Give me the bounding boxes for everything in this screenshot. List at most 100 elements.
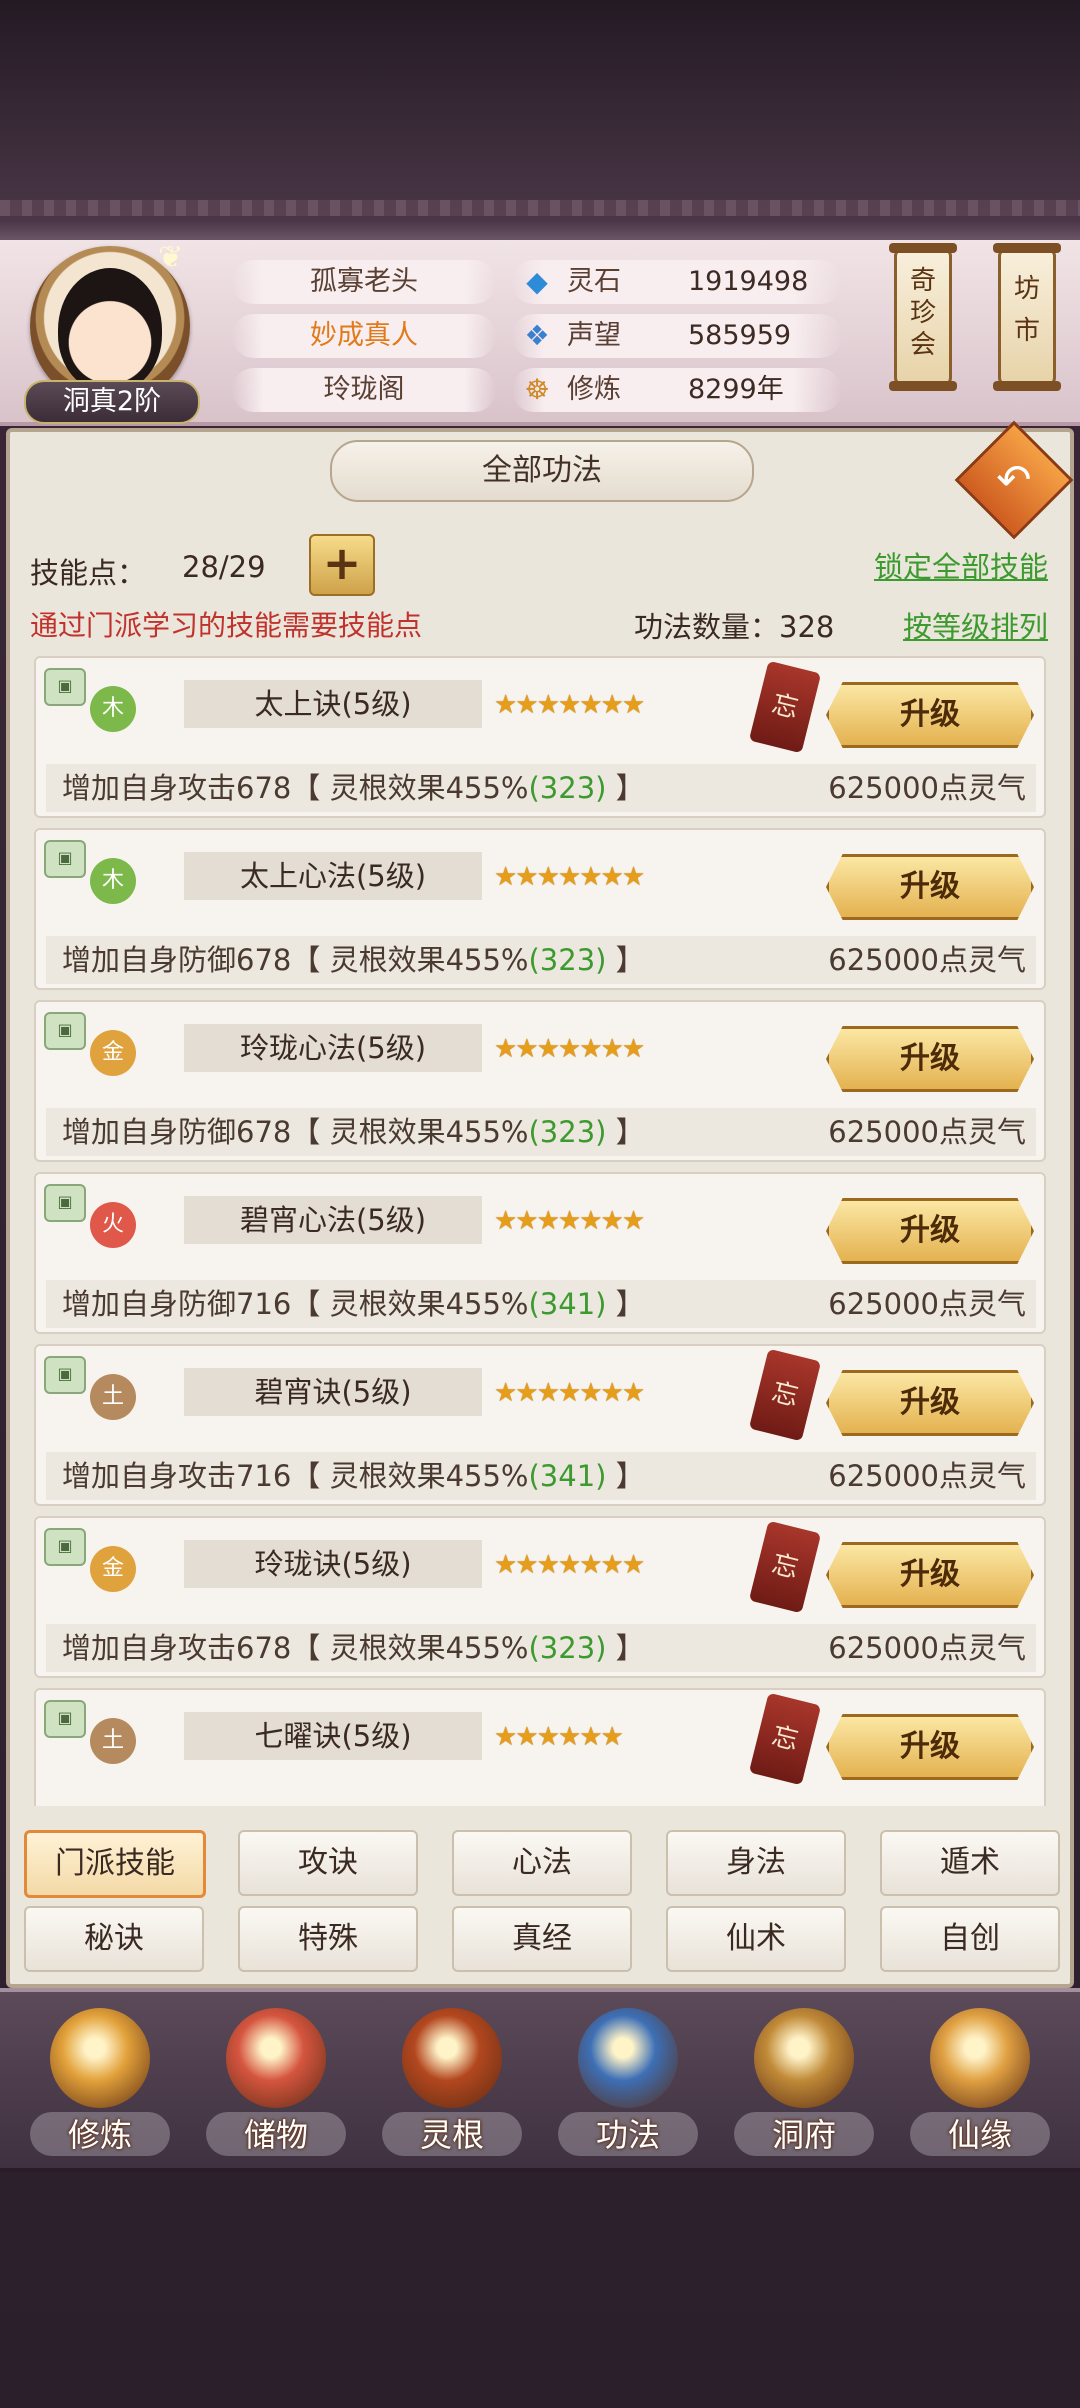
player-header: ❦ 洞真2阶 孤寡老头 妙成真人 玲珑阁 ◆ 灵石 1919498 ❖ 声望 5… [0, 240, 1080, 426]
tab-category[interactable]: 真经 [452, 1906, 632, 1972]
stat-value: 1919498 [688, 266, 809, 297]
technique-card[interactable]: ▣ 火 碧宵心法(5级) ★★★★★★★ 升级 增加自身防御716【 灵根效果455%(3… [34, 1172, 1046, 1334]
effect-text: 增加自身攻击678【 灵根效果455% [62, 1631, 529, 1665]
upgrade-button[interactable]: 升级 [826, 1198, 1034, 1264]
effect-bonus: (323) [528, 943, 607, 977]
forget-button[interactable]: 忘 [748, 1348, 822, 1442]
effect-bracket: 】 [606, 1115, 645, 1149]
star-rating: ★★★★★★★ [494, 1034, 645, 1064]
element-badge: 金 [90, 1030, 136, 1076]
stat-cultivation: ☸ 修炼 8299年 [512, 368, 842, 412]
scroll-char: 会 [909, 330, 936, 360]
tab-category[interactable]: 门派技能 [24, 1830, 206, 1898]
upgrade-cost: 625000点灵气 [828, 771, 1026, 805]
technique-effect: 增加自身防御678【 灵根效果455%(323) 】 [62, 1108, 645, 1156]
stat-label: 声望 [567, 320, 621, 351]
technique-card[interactable]: ▣ 木 太上诀(5级) ★★★★★★★ 忘升级 增加自身攻击678【 灵根效果455%(3… [34, 656, 1046, 818]
star-rating: ★★★★★★ [494, 1722, 624, 1752]
effect-bracket: 】 [606, 943, 645, 977]
nav-item[interactable]: 功法 [548, 1992, 708, 2168]
technique-count: 功法数量：328 [634, 610, 835, 644]
nav-item[interactable]: 洞府 [724, 1992, 884, 2168]
effect-bracket: 】 [606, 1459, 645, 1493]
upgrade-cost: 625000点灵气 [828, 1287, 1026, 1321]
tab-category[interactable]: 心法 [452, 1830, 632, 1896]
upgrade-button[interactable]: 升级 [826, 1542, 1034, 1608]
technique-name: 玲珑诀(5级) [184, 1540, 482, 1588]
star-rating: ★★★★★★★ [494, 1550, 645, 1580]
treasure-fair-button[interactable]: 奇 珍 会 [889, 243, 957, 391]
tab-category[interactable]: 秘诀 [24, 1906, 204, 1972]
stat-reputation: ❖ 声望 585959 [512, 314, 842, 358]
cave-mansion-icon [754, 2008, 854, 2108]
technique-name: 七曜诀(5级) [184, 1712, 482, 1760]
sort-by-level-link[interactable]: 按等级排列 [903, 604, 1048, 646]
lock-tag-icon[interactable]: ▣ [44, 1012, 86, 1050]
meditation-icon: ☸ [524, 373, 550, 406]
technique-effect: 增加自身攻击678【 灵根效果455%(323) 】 [62, 764, 645, 812]
stat-value: 585959 [688, 320, 792, 351]
lock-tag-icon[interactable]: ▣ [44, 668, 86, 706]
nav-label: 灵根 [419, 2116, 484, 2154]
fortune-gourd-icon [930, 2008, 1030, 2108]
scroll-char: 市 [1013, 316, 1040, 346]
tab-category[interactable]: 特殊 [238, 1906, 418, 1972]
lock-tag-icon[interactable]: ▣ [44, 1356, 86, 1394]
tab-category[interactable]: 仙术 [666, 1906, 846, 1972]
market-button[interactable]: 坊 市 [993, 243, 1061, 391]
technique-card[interactable]: ▣ 金 玲珑诀(5级) ★★★★★★★ 忘升级 增加自身攻击678【 灵根效果455%(3… [34, 1516, 1046, 1678]
technique-card[interactable]: ▣ 金 玲珑心法(5级) ★★★★★★★ 升级 增加自身防御678【 灵根效果455%(3… [34, 1000, 1046, 1162]
tab-category[interactable]: 攻诀 [238, 1830, 418, 1896]
element-badge: 土 [90, 1374, 136, 1420]
nav-item[interactable]: 储物 [196, 1992, 356, 2168]
scroll-char: 奇 [909, 266, 936, 296]
upgrade-button[interactable]: 升级 [826, 1026, 1034, 1092]
upgrade-cost: 625000点灵气 [828, 1631, 1026, 1665]
bottom-nav: 修炼 储物 灵根 功法 洞府 仙缘 [0, 1988, 1080, 2172]
lock-all-skills-link[interactable]: 锁定全部技能 [874, 544, 1048, 586]
reputation-crystal-icon: ❖ [524, 319, 550, 352]
forget-button[interactable]: 忘 [748, 660, 822, 754]
lock-tag-icon[interactable]: ▣ [44, 1528, 86, 1566]
effect-text: 增加自身攻击678【 灵根效果455% [62, 771, 529, 805]
rank-badge: 洞真2阶 [24, 380, 200, 424]
tab-category[interactable]: 自创 [880, 1906, 1060, 1972]
effect-bonus: (341) [528, 1287, 607, 1321]
add-skill-point-button[interactable]: + [309, 534, 375, 596]
avatar-portrait [58, 268, 162, 392]
upgrade-button[interactable]: 升级 [826, 682, 1034, 748]
technique-card[interactable]: ▣ 土 七曜诀(5级) ★★★★★★ 忘升级 [34, 1688, 1046, 1806]
technique-effect: 增加自身防御678【 灵根效果455%(323) 】 [62, 936, 645, 984]
scroll-char: 珍 [909, 298, 936, 328]
lock-tag-icon[interactable]: ▣ [44, 1700, 86, 1738]
star-rating: ★★★★★★★ [494, 1206, 645, 1236]
lock-tag-icon[interactable]: ▣ [44, 840, 86, 878]
nav-label: 修炼 [67, 2116, 132, 2154]
nav-item[interactable]: 灵根 [372, 1992, 532, 2168]
technique-list[interactable]: ▣ 木太上诀(5级) ★★★★★★★ 忘升级 增加自身攻击678【 灵根效果455%(3… [34, 656, 1046, 1806]
nav-item[interactable]: 修炼 [20, 1992, 180, 2168]
star-rating: ★★★★★★★ [494, 1378, 645, 1408]
stat-spirit-stone: ◆ 灵石 1919498 [512, 260, 842, 304]
technique-card[interactable]: ▣ 土 碧宵诀(5级) ★★★★★★★ 忘升级 增加自身攻击716【 灵根效果455%(3… [34, 1344, 1046, 1506]
upgrade-button[interactable]: 升级 [826, 1370, 1034, 1436]
element-badge: 木 [90, 858, 136, 904]
star-rating: ★★★★★★★ [494, 862, 645, 892]
stat-value: 8299年 [688, 374, 784, 405]
nav-item[interactable]: 仙缘 [900, 1992, 1060, 2168]
technique-card[interactable]: ▣ 木 太上心法(5级) ★★★★★★★ 升级 增加自身防御678【 灵根效果455%(3… [34, 828, 1046, 990]
nav-label: 功法 [595, 2116, 660, 2154]
effect-bonus: (323) [528, 1631, 607, 1665]
back-arrow-icon: ↶ [996, 455, 1032, 504]
upgrade-button[interactable]: 升级 [826, 854, 1034, 920]
panel-title: 全部功法 [330, 440, 754, 502]
lock-tag-icon[interactable]: ▣ [44, 1184, 86, 1222]
effect-text: 增加自身防御678【 灵根效果455% [62, 943, 529, 977]
upgrade-button[interactable]: 升级 [826, 1714, 1034, 1780]
butterfly-icon: ❦ [158, 240, 184, 275]
forget-button[interactable]: 忘 [748, 1520, 822, 1614]
star-rating: ★★★★★★★ [494, 690, 645, 720]
tab-category[interactable]: 遁术 [880, 1830, 1060, 1896]
forget-button[interactable]: 忘 [748, 1692, 822, 1786]
tab-category[interactable]: 身法 [666, 1830, 846, 1896]
